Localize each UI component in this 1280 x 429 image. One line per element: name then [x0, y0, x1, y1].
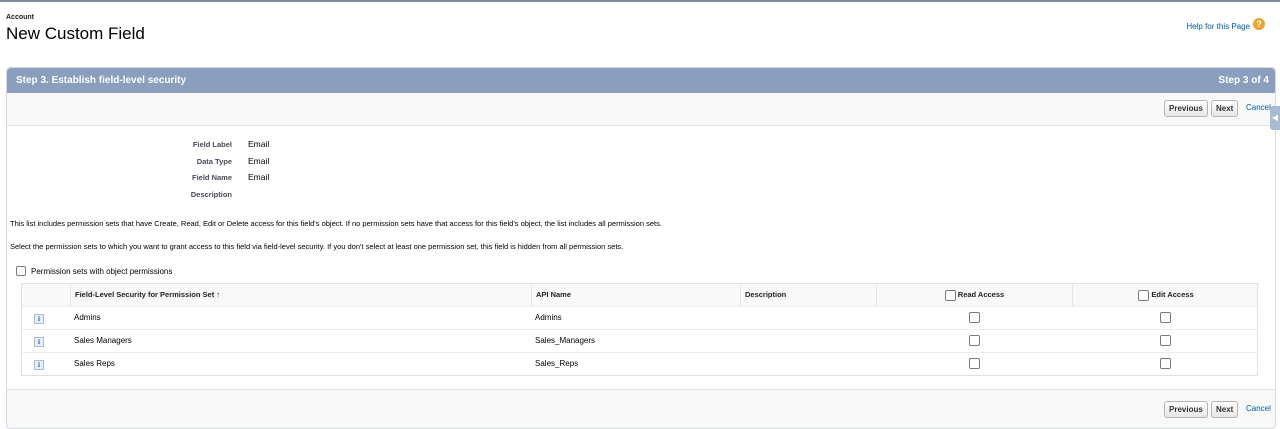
edit-access-header-label: Edit Access	[1151, 290, 1194, 299]
read-access-checkbox[interactable]	[968, 358, 980, 370]
next-button-top[interactable]: Next	[1211, 100, 1239, 117]
detail-value: Email	[248, 172, 270, 182]
edit-access-checkbox[interactable]	[1160, 335, 1171, 347]
info-icon[interactable]: i	[34, 337, 44, 347]
cancel-link-top[interactable]: Cancel	[1246, 103, 1271, 112]
detail-data-type: Data Type Email	[7, 155, 1275, 169]
cancel-link-bottom[interactable]: Cancel	[1246, 404, 1271, 413]
permission-set-name: Admins	[74, 313, 101, 322]
step-title: Step 3. Establish field-level security	[16, 75, 187, 86]
header-read-access: Read Access	[876, 284, 1072, 306]
detail-description: Description	[7, 188, 1275, 202]
header-permission-set[interactable]: Field-Level Security for Permission Set …	[70, 284, 531, 306]
read-access-checkbox[interactable]	[968, 335, 980, 347]
step-bar: Step 3. Establish field-level security S…	[7, 68, 1275, 93]
header-description: Description	[740, 284, 876, 306]
detail-label: Field Label	[192, 140, 232, 149]
filter-label: Permission sets with object permissions	[31, 267, 173, 276]
object-label: Account	[6, 14, 34, 21]
edit-access-checkbox[interactable]	[1160, 358, 1171, 370]
row-info-cell: i	[22, 307, 70, 329]
detail-label: Description	[190, 190, 232, 199]
info-text-select-instructions: Select the permission sets to which you …	[10, 242, 624, 251]
permission-set-table: Field-Level Security for Permission Set …	[21, 283, 1258, 376]
previous-button-top[interactable]: Previous	[1164, 100, 1208, 117]
description	[740, 330, 876, 352]
table-row: i Sales Managers Sales_Managers	[22, 329, 1257, 352]
top-button-row: Previous Next Cancel	[1145, 100, 1275, 120]
side-panel-toggle[interactable]: ◀	[1270, 106, 1280, 130]
info-text-permission-list: This list includes permission sets that …	[10, 219, 662, 228]
row-info-cell: i	[22, 330, 70, 352]
read-access-checkbox[interactable]	[968, 312, 980, 324]
detail-field-name: Field Name Email	[7, 171, 1275, 185]
detail-value: Email	[248, 139, 270, 149]
permission-set-name: Sales Reps	[74, 359, 115, 368]
table-row: i Sales Reps Sales_Reps	[22, 352, 1257, 375]
edit-access-checkbox[interactable]	[1160, 312, 1171, 324]
edit-access-cell	[1072, 330, 1259, 352]
api-name: Sales_Reps	[535, 359, 579, 368]
header-api-name: API Name	[531, 284, 740, 306]
row-info-cell: i	[22, 353, 70, 375]
step-counter: Step 3 of 4	[1218, 75, 1269, 86]
info-icon[interactable]: i	[34, 360, 44, 370]
api-name: Sales_Managers	[535, 336, 596, 345]
detail-field-label: Field Label Email	[7, 138, 1275, 152]
detail-label: Data Type	[196, 157, 232, 166]
help-icon[interactable]: ?	[1253, 18, 1265, 30]
next-button-bottom[interactable]: Next	[1211, 401, 1239, 418]
permission-set-name: Sales Managers	[74, 336, 132, 345]
help-link[interactable]: Help for this Page	[1186, 22, 1250, 31]
read-access-cell	[876, 330, 1072, 352]
wizard-panel: Step 3. Establish field-level security S…	[6, 67, 1276, 429]
header-edit-access: Edit Access	[1072, 284, 1259, 306]
description	[740, 307, 876, 329]
step-content: Field Label Email Data Type Email Field …	[7, 125, 1275, 390]
edit-access-select-all-checkbox[interactable]	[1138, 289, 1150, 301]
api-name: Admins	[535, 313, 562, 322]
detail-value: Email	[248, 156, 270, 166]
edit-access-cell	[1072, 353, 1259, 375]
read-access-cell	[876, 307, 1072, 329]
description	[740, 353, 876, 375]
read-access-cell	[876, 353, 1072, 375]
filter-checkbox[interactable]	[16, 266, 26, 276]
page-title: New Custom Field	[6, 24, 145, 43]
edit-access-cell	[1072, 307, 1259, 329]
detail-label: Field Name	[191, 173, 232, 182]
info-icon[interactable]: i	[34, 314, 44, 324]
previous-button-bottom[interactable]: Previous	[1164, 401, 1208, 418]
header-info-col	[22, 284, 70, 306]
read-access-header-label: Read Access	[957, 290, 1005, 299]
bottom-button-row: Previous Next Cancel	[1145, 401, 1275, 421]
table-row: i Admins Admins	[22, 306, 1257, 329]
read-access-select-all-checkbox[interactable]	[944, 289, 956, 301]
table-header-row: Field-Level Security for Permission Set …	[22, 284, 1257, 306]
